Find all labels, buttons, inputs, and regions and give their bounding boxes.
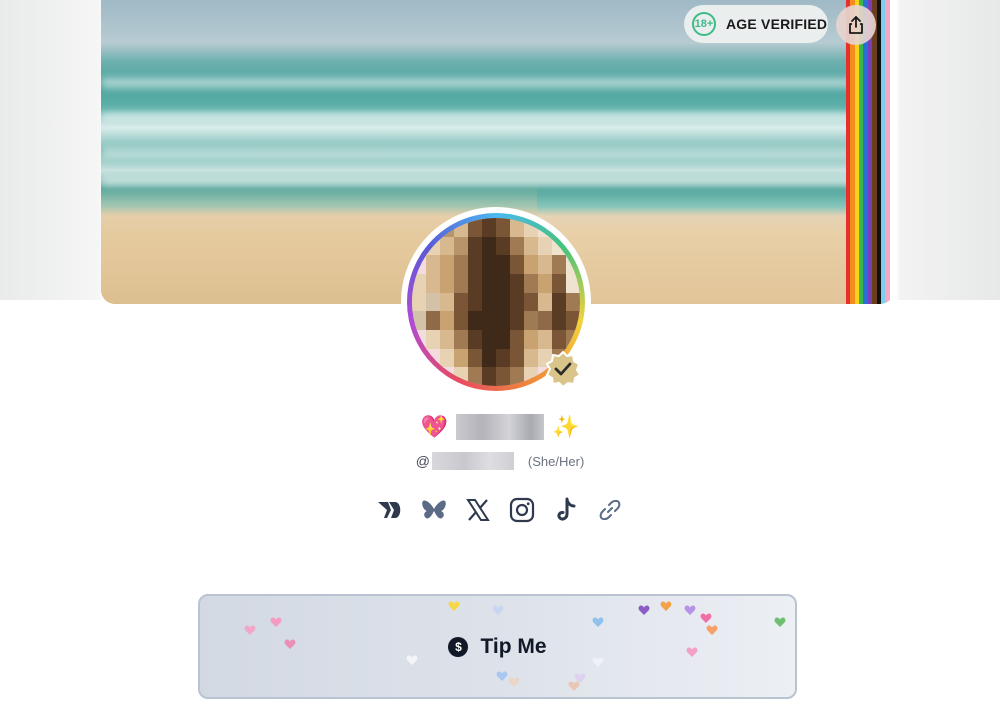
confetti-heart [686,647,698,657]
confetti-heart [592,617,604,627]
share-icon [849,16,863,34]
age-verified-label: AGE VERIFIED [726,16,828,32]
confetti-heart [638,605,650,615]
confetti-heart [284,639,296,649]
dollar-icon: $ [448,636,469,657]
x-icon[interactable] [465,497,491,523]
confetti-heart [700,613,712,623]
age-verified-badge[interactable]: 18+ AGE VERIFIED [684,5,828,43]
heart-emoji: 💖 [420,414,448,439]
confetti-heart [684,605,696,615]
handle-row: @ (She/Her) [0,450,1000,472]
confetti-heart [270,617,282,627]
social-links [0,493,1000,527]
confetti-heart [574,673,586,683]
bluesky-icon[interactable] [421,497,447,523]
confetti-heart [492,605,504,615]
pronouns: (She/Her) [527,453,585,469]
confetti-heart [406,655,418,665]
tiktok-icon[interactable] [553,497,579,523]
sparkles-emoji: ✨ [552,414,580,439]
confetti-heart [592,657,604,667]
redacted-display-name [456,414,544,440]
link-icon[interactable] [597,497,623,523]
tip-me-label: Tip Me [480,634,547,658]
verified-check-icon [545,351,581,387]
confetti-heart [496,671,508,681]
confetti-heart [448,601,460,611]
tip-me-button[interactable]: $ Tip Me [198,594,797,699]
confetti-heart [244,625,256,635]
display-name-row: 💖 ✨ [0,410,1000,444]
redacted-handle [431,452,514,470]
confetti-heart [706,625,718,635]
confetti-heart [508,677,520,687]
age-18-icon: 18+ [692,12,716,36]
handle-at-sign: @ [415,453,430,469]
confetti-heart [660,601,672,611]
pride-flag-stripes [846,0,894,304]
confetti-heart [774,617,786,627]
substack-like-icon[interactable] [377,497,403,523]
instagram-icon[interactable] [509,497,535,523]
share-button[interactable] [836,5,876,45]
